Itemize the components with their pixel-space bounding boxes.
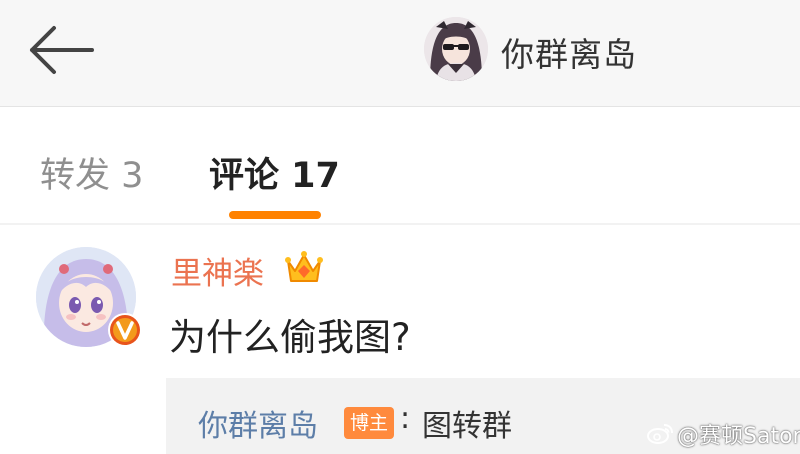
watermark-text: @赛顿Saton bbox=[677, 424, 800, 449]
verified-v-icon bbox=[108, 313, 142, 347]
crown-icon[interactable] bbox=[283, 247, 325, 287]
reply-author-name[interactable]: 你群离岛 bbox=[198, 401, 318, 445]
comment-text: 为什么偷我图? bbox=[169, 316, 411, 359]
divider bbox=[0, 223, 800, 225]
author-badge: 博主 bbox=[344, 407, 395, 439]
reply-text: 图转群 bbox=[422, 409, 512, 444]
active-tab-indicator bbox=[229, 211, 321, 219]
poster-avatar[interactable] bbox=[424, 17, 488, 81]
watermark: @赛顿Saton bbox=[646, 420, 800, 449]
tab-bar: 转发 3 评论 17 bbox=[0, 107, 800, 223]
avatar-image bbox=[424, 17, 488, 81]
arrow-left-icon bbox=[30, 26, 94, 74]
reply-separator: : bbox=[400, 401, 411, 436]
tab-reposts[interactable]: 转发 3 bbox=[40, 147, 143, 198]
commenter-name[interactable]: 里神楽 bbox=[171, 248, 264, 293]
tab-comments[interactable]: 评论 17 bbox=[209, 147, 340, 198]
top-nav-bar: 你群离岛 bbox=[0, 0, 800, 107]
back-button[interactable] bbox=[24, 22, 96, 78]
weibo-icon bbox=[647, 424, 673, 444]
page-title: 你群离岛 bbox=[501, 35, 637, 74]
